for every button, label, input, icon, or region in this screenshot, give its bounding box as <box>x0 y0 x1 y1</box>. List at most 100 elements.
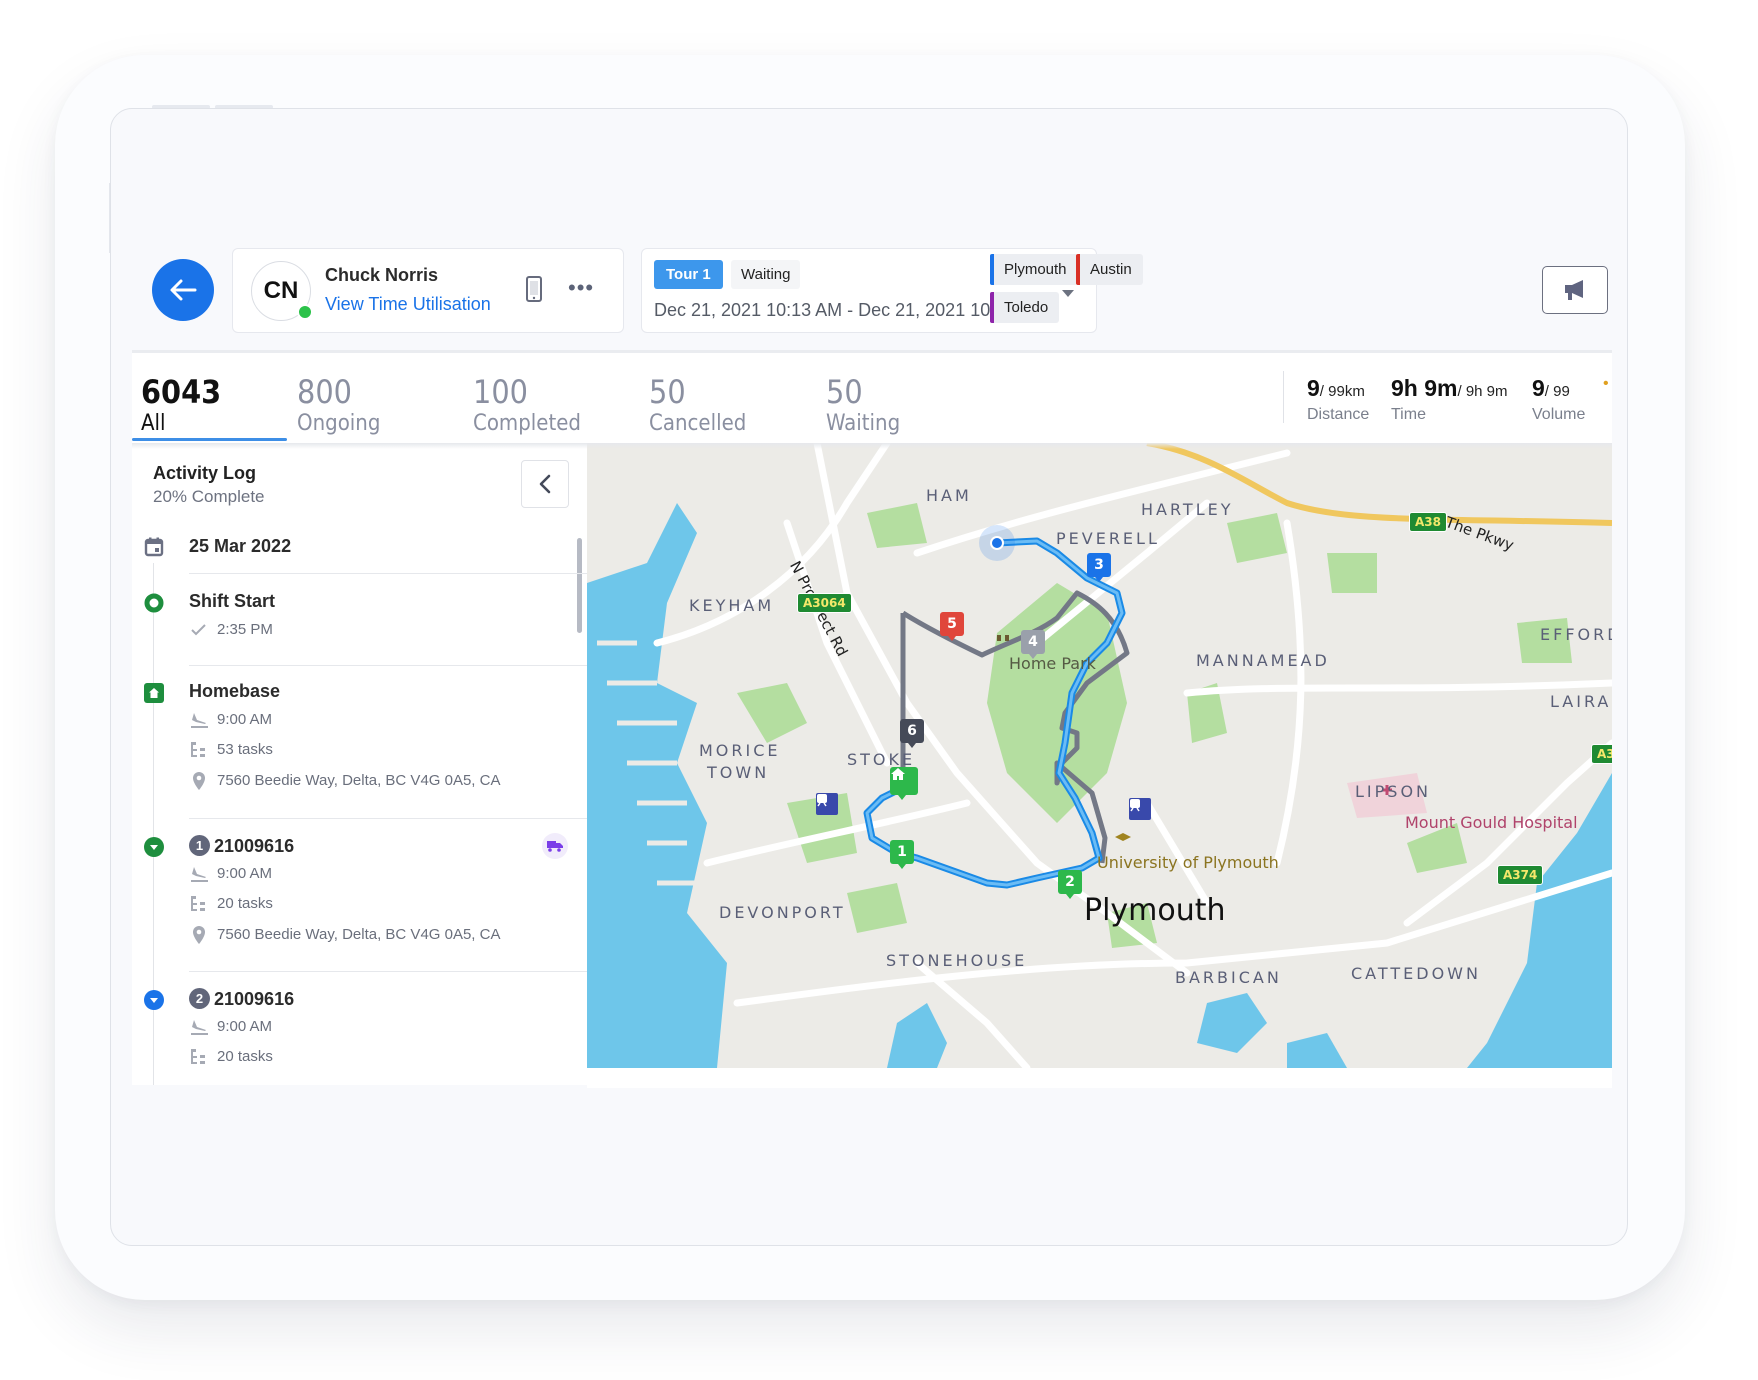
map-pin-stop[interactable]: 6 <box>900 719 924 748</box>
active-tab-indicator <box>132 438 287 441</box>
status-tabs: 6043 All 800 Ongoing 100 Completed 50 Ca… <box>132 353 1612 443</box>
timeline-item-tasks: 20 tasks <box>189 895 273 915</box>
tour-tracking-app: CN Chuck Norris View Time Utilisation ••… <box>132 245 1612 1088</box>
map-pin-stop[interactable]: 2 <box>1058 870 1082 899</box>
timeline-item-time: 2:35 PM <box>189 621 273 641</box>
view-time-utilisation-link[interactable]: View Time Utilisation <box>325 294 491 315</box>
driver-name: Chuck Norris <box>325 265 439 285</box>
road-shield: A38 <box>1409 512 1447 532</box>
activity-log-title: Activity Log <box>153 463 257 483</box>
caret-down-icon <box>1062 290 1074 297</box>
task-tree-icon <box>191 1049 205 1065</box>
map-label: PEVERELL <box>1056 529 1160 548</box>
tag-austin[interactable]: Austin <box>1076 254 1143 285</box>
mobile-phone-icon[interactable] <box>526 276 542 302</box>
timeline-item-tasks: 53 tasks <box>189 741 273 761</box>
divider <box>189 971 587 972</box>
road-shield: A3064 <box>797 593 852 613</box>
driver-card: CN Chuck Norris View Time Utilisation ••… <box>232 248 624 333</box>
map-pin-stop[interactable]: 1 <box>890 840 914 869</box>
tab-label: All <box>141 411 166 436</box>
timeline-item-title: Homebase <box>189 681 281 701</box>
tab-label: Ongoing <box>297 411 381 436</box>
map-poi-label: Home Park <box>1009 654 1096 673</box>
task-tree-icon <box>191 896 205 912</box>
tab-count: 800 <box>297 373 352 411</box>
train-station-icon <box>816 793 838 815</box>
address-text: 7560 Beedie Way, Delta, BC V4G 0A5, CA <box>217 771 501 789</box>
chevron-left-icon <box>539 474 551 494</box>
tasks-text: 53 tasks <box>217 741 273 758</box>
stat-time: 9h 9m/ 9h 9m Time <box>1391 375 1508 424</box>
timeline-item-title: 1 21009616 <box>189 835 294 857</box>
back-button[interactable] <box>152 259 214 321</box>
tab-cancelled[interactable]: 50 Cancelled <box>640 353 790 443</box>
timeline-item-address: 7560 Beedie Way, Delta, BC V4G 0A5, CA <box>189 925 500 945</box>
order-id: 21009616 <box>214 836 295 856</box>
stat-limit: / 9h 9m <box>1457 383 1508 400</box>
home-icon <box>891 768 905 780</box>
map-label: TOWN <box>707 763 770 782</box>
stat-limit: / 99 <box>1544 383 1570 400</box>
map-poi-label: University of Plymouth <box>1097 853 1279 872</box>
stat-value: 9 <box>1532 375 1545 401</box>
truck-glyph <box>547 841 563 852</box>
more-options-icon[interactable]: ••• <box>568 277 594 299</box>
time-text: 9:00 AM <box>217 711 273 728</box>
collapse-panel-button[interactable] <box>521 460 569 508</box>
map-pin-stop[interactable]: 4 <box>1021 630 1045 659</box>
tab-waiting[interactable]: 50 Waiting <box>817 353 967 443</box>
tag-label: Toledo <box>1004 299 1049 316</box>
tab-ongoing[interactable]: 800 Ongoing <box>288 353 438 443</box>
order-id: 21009616 <box>214 989 295 1009</box>
truck-icon[interactable] <box>542 833 568 859</box>
online-status-dot <box>297 304 313 320</box>
megaphone-icon <box>1565 280 1583 300</box>
tab-count: 100 <box>473 373 528 411</box>
map-label: BARBICAN <box>1175 968 1282 987</box>
location-pin-icon <box>193 772 205 790</box>
map-pin-stop[interactable]: 3 <box>1087 553 1111 582</box>
tag-label: Austin <box>1090 261 1132 278</box>
shift-start-ring-icon <box>144 593 164 613</box>
stat-label: Distance <box>1307 406 1370 423</box>
map-city-label: Plymouth <box>1084 893 1226 928</box>
route-map[interactable]: HAM HARTLEY PEVERELL KEYHAM EFFORD MANNA… <box>587 443 1612 1068</box>
timeline-date-label: 25 Mar 2022 <box>189 536 292 556</box>
map-label: CATTEDOWN <box>1351 964 1481 983</box>
tab-count: 6043 <box>141 373 222 411</box>
timeline-item-title: 2 21009616 <box>189 988 294 1010</box>
tab-label: Completed <box>473 411 581 436</box>
time-text: 2:35 PM <box>217 621 273 638</box>
tag-plymouth[interactable]: Plymouth <box>990 254 1078 285</box>
map-label: STONEHOUSE <box>886 951 1028 970</box>
stat-label: Volume <box>1532 406 1586 423</box>
task-tree-icon <box>191 742 205 758</box>
stat-value: 9 <box>1307 375 1320 401</box>
scrollbar-thumb[interactable] <box>577 538 582 633</box>
avatar-initials: CN <box>263 277 299 304</box>
check-icon <box>191 624 206 636</box>
announce-button[interactable] <box>1542 266 1608 314</box>
stat-volume: 9/ 99 Volume <box>1532 375 1585 424</box>
tag-toledo[interactable]: Toledo <box>990 292 1060 323</box>
map-label: HARTLEY <box>1141 500 1234 519</box>
timeline-item-title: Shift Start <box>189 591 276 611</box>
tab-completed[interactable]: 100 Completed <box>464 353 624 443</box>
tab-all[interactable]: 6043 All <box>132 353 287 443</box>
tab-count: 50 <box>826 373 863 411</box>
map-footer <box>587 1068 1612 1088</box>
map-label: MORICE <box>699 741 781 760</box>
divider <box>189 665 587 666</box>
tabs-shadow <box>132 443 1612 449</box>
stats-divider <box>1283 371 1284 423</box>
map-label: DEVONPORT <box>719 903 846 922</box>
map-pin-homebase[interactable] <box>890 767 918 800</box>
stat-value: 9h 9m <box>1391 375 1458 401</box>
map-label: HAM <box>926 486 972 505</box>
map-pin-stop[interactable]: 5 <box>940 612 964 641</box>
timeline-item-address: 7560 Beedie Way, Delta, BC V4G 0A5, CA <box>189 771 500 791</box>
tasks-text: 20 tasks <box>217 895 273 912</box>
location-pin-icon <box>193 926 205 944</box>
avatar[interactable]: CN <box>251 261 313 321</box>
